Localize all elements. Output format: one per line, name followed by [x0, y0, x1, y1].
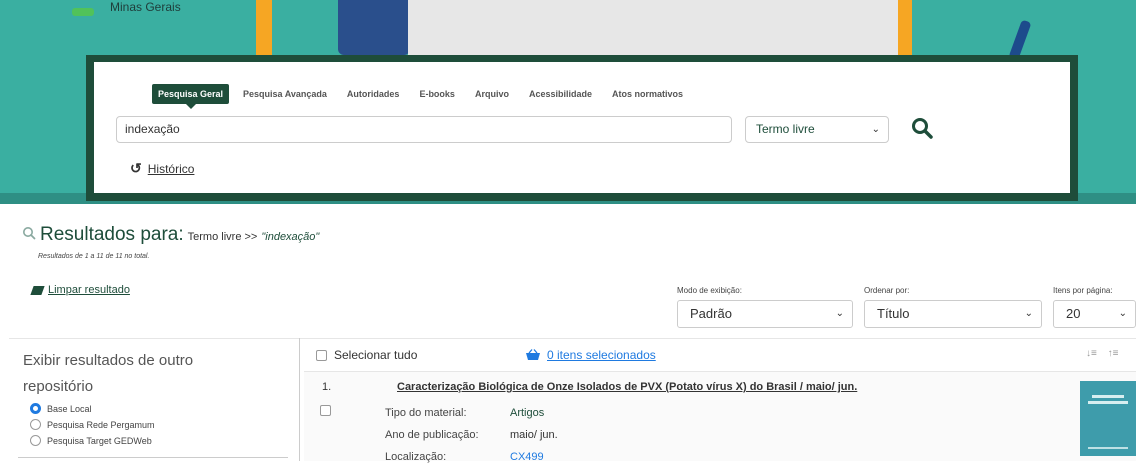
clear-results-label: Limpar resultado: [48, 284, 130, 296]
order-label: Ordenar por:: [864, 286, 910, 295]
per-page-select[interactable]: 20 ⌄: [1053, 300, 1136, 328]
publication-year-value: maio/ jun.: [510, 429, 558, 441]
sort-controls: ↓≡ ↑≡: [1086, 348, 1118, 359]
display-mode-select[interactable]: Padrão ⌄: [677, 300, 853, 328]
cover-title-line: [1088, 401, 1128, 404]
eraser-icon: [30, 285, 45, 295]
order-select[interactable]: Título ⌄: [864, 300, 1042, 328]
clear-results-link[interactable]: Limpar resultado: [30, 284, 130, 296]
publication-year-label: Ano de publicação:: [385, 429, 479, 441]
repo-option-target-gedweb[interactable]: Pesquisa Target GEDWeb: [30, 435, 152, 446]
radio-unchecked-icon: [30, 419, 41, 430]
search-button[interactable]: [910, 116, 934, 142]
tab-ebooks[interactable]: E-books: [413, 84, 461, 104]
basket-icon: [526, 349, 540, 360]
select-all-label: Selecionar tudo: [334, 348, 418, 362]
item-number: 1.: [322, 381, 332, 393]
checkbox-icon: [320, 405, 331, 416]
repo-option-base-local[interactable]: Base Local: [30, 403, 92, 414]
history-link[interactable]: ↺ Histórico: [130, 160, 194, 177]
item-cover-thumbnail[interactable]: [1080, 381, 1136, 456]
brand-text: Minas Gerais: [110, 0, 181, 14]
repo-option-rede-pergamum[interactable]: Pesquisa Rede Pergamum: [30, 419, 155, 430]
tab-pesquisa-avancada[interactable]: Pesquisa Avançada: [237, 84, 333, 104]
banner-illustration-stripe: [256, 0, 272, 55]
tab-atos-normativos[interactable]: Atos normativos: [606, 84, 689, 104]
radio-unchecked-icon: [30, 435, 41, 446]
results-count: Resultados de 1 a 11 de 11 no total.: [38, 253, 150, 260]
search-icon: [23, 227, 36, 240]
selected-items-label: 0 itens selecionados: [547, 348, 656, 362]
location-label: Localização:: [385, 451, 447, 463]
item-title-link[interactable]: Caracterização Biológica de Onze Isolado…: [397, 381, 857, 393]
material-type-label: Tipo do material:: [385, 407, 467, 419]
repo-option-label: Base Local: [47, 403, 92, 414]
banner-illustration-figure: [338, 0, 410, 55]
sidebar-divider: [299, 338, 300, 461]
radio-checked-icon: [30, 403, 41, 414]
selected-items-link[interactable]: 0 itens selecionados: [525, 348, 656, 362]
select-all[interactable]: Selecionar tudo: [316, 348, 417, 362]
cover-title-line: [1092, 395, 1124, 398]
item-checkbox[interactable]: [320, 405, 338, 416]
chevron-down-icon: ⌄: [1024, 308, 1033, 319]
display-mode-value: Padrão: [690, 306, 732, 321]
content-divider: [9, 338, 1136, 339]
search-mode-value: Termo livre: [756, 122, 815, 136]
display-mode-label: Modo de exibição:: [677, 286, 742, 295]
results-heading: Resultados para: Termo livre >> "indexaç…: [23, 224, 320, 246]
chevron-down-icon: ⌄: [871, 124, 880, 135]
search-tabs: Pesquisa Geral Pesquisa Avançada Autorid…: [152, 84, 697, 109]
results-crumb: Termo livre >>: [187, 231, 258, 243]
order-value: Título: [877, 306, 910, 321]
banner-illustration-panel: [408, 0, 908, 55]
sort-ascending-icon[interactable]: ↑≡: [1108, 348, 1119, 359]
checkbox-icon: [316, 349, 327, 361]
chevron-down-icon: ⌄: [1118, 308, 1127, 319]
banner-illustration-stripe-right: [898, 0, 912, 55]
sidebar-title: Exibir resultados de outro repositório: [23, 352, 194, 395]
cover-footer-line: [1088, 447, 1128, 449]
search-input[interactable]: indexação: [116, 116, 732, 143]
tab-autoridades[interactable]: Autoridades: [341, 84, 406, 104]
repo-option-label: Pesquisa Target GEDWeb: [47, 435, 152, 446]
history-label: Histórico: [147, 161, 195, 176]
search-icon: [912, 118, 933, 139]
search-mode-select[interactable]: Termo livre ⌄: [745, 116, 889, 143]
results-heading-label: Resultados para:: [40, 224, 184, 245]
sort-descending-icon[interactable]: ↓≡: [1086, 348, 1097, 359]
location-value-link[interactable]: CX499: [510, 451, 544, 463]
per-page-label: Itens por página:: [1053, 286, 1113, 295]
material-type-value: Artigos: [510, 407, 545, 419]
history-icon: ↺: [130, 160, 142, 176]
tab-arquivo[interactable]: Arquivo: [469, 84, 515, 104]
logo-leaf-icon: [72, 8, 94, 16]
chevron-down-icon: ⌄: [835, 308, 844, 319]
results-term: "indexação": [261, 231, 320, 243]
tab-pesquisa-geral[interactable]: Pesquisa Geral: [152, 84, 230, 109]
tab-acessibilidade[interactable]: Acessibilidade: [523, 84, 598, 104]
sidebar-bottom-border: [18, 457, 288, 458]
repo-option-label: Pesquisa Rede Pergamum: [47, 419, 155, 430]
per-page-value: 20: [1066, 306, 1081, 321]
